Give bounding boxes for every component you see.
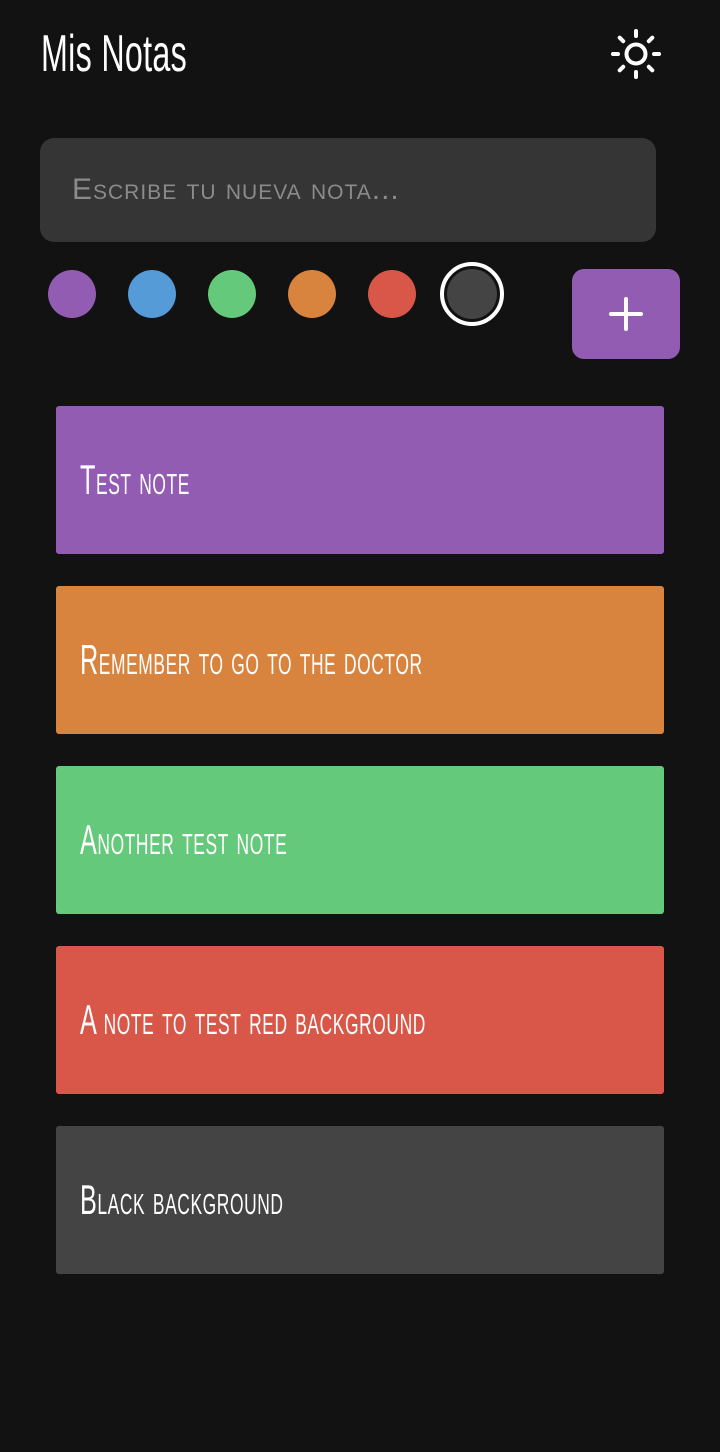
note-card[interactable]: Test note [56, 406, 664, 554]
color-swatch-purple[interactable] [48, 270, 96, 318]
note-text: Test note [80, 456, 190, 503]
color-swatch-red[interactable] [368, 270, 416, 318]
sun-icon [611, 29, 661, 79]
note-text: Another test note [80, 816, 288, 863]
note-text: Black background [80, 1176, 284, 1223]
note-text: A note to test red background [80, 996, 426, 1043]
color-swatch-green[interactable] [208, 270, 256, 318]
color-swatch-orange[interactable] [288, 270, 336, 318]
add-note-button[interactable] [572, 269, 680, 359]
color-swatch-blue[interactable] [128, 270, 176, 318]
color-swatch-dark[interactable] [440, 262, 504, 326]
note-card[interactable]: A note to test red background [56, 946, 664, 1094]
new-note-input[interactable] [40, 138, 656, 242]
note-text: Remember to go to the doctor [80, 636, 423, 683]
theme-toggle-button[interactable] [606, 24, 666, 84]
note-card[interactable]: Black background [56, 1126, 664, 1274]
note-card[interactable]: Remember to go to the doctor [56, 586, 664, 734]
app-title: Mis Notas [41, 25, 188, 83]
note-card[interactable]: Another test note [56, 766, 664, 914]
plus-icon [609, 297, 643, 331]
